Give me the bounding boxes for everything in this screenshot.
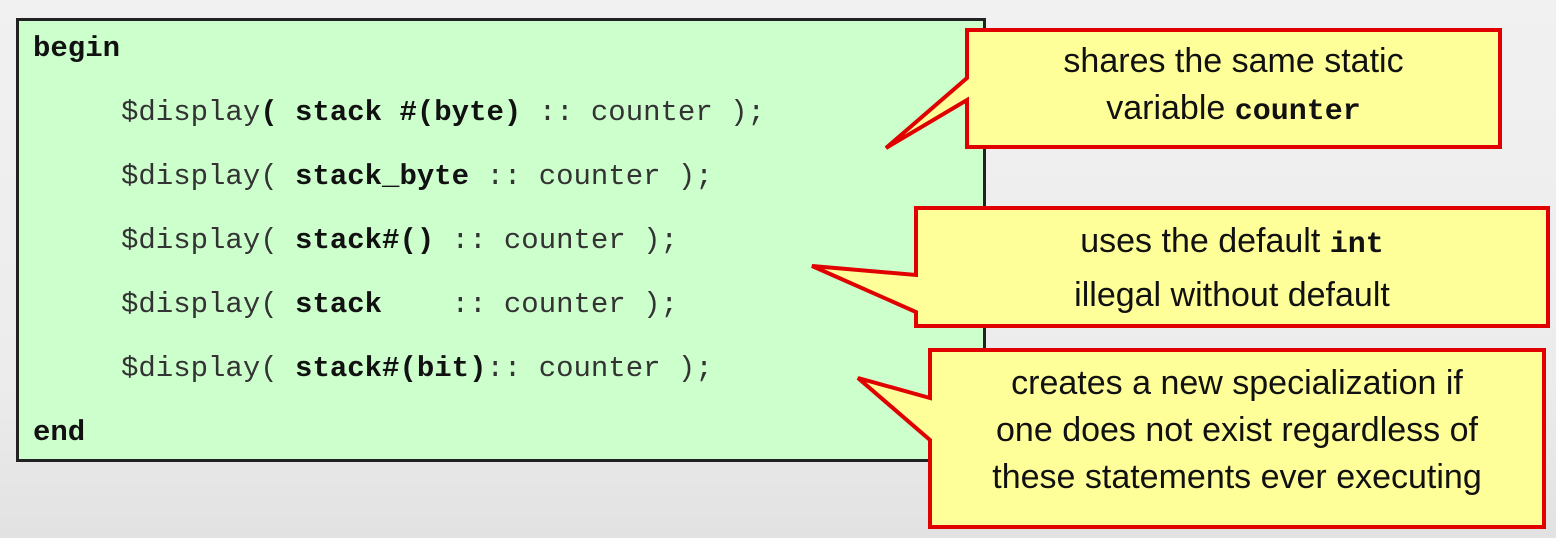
callout-3-line-2: one does not exist regardless of: [996, 411, 1478, 449]
callout-2-code: int: [1329, 228, 1384, 262]
callout-2: uses the default int illegal without def…: [916, 216, 1548, 320]
callout-3-line-1: creates a new specialization if: [1011, 364, 1463, 402]
callout-2-line-1: uses the default int: [916, 216, 1548, 270]
callout-1: shares the same static variable counter: [967, 38, 1500, 136]
callout-2-text: uses the default: [1080, 222, 1330, 260]
callout-1-code: counter: [1234, 95, 1361, 129]
callout-1-line-2: variable counter: [967, 85, 1500, 136]
callout-1-line-1: shares the same static: [1063, 42, 1404, 80]
callout-3-line-3: these statements ever executing: [992, 458, 1482, 496]
callout-1-text: variable: [1106, 89, 1235, 127]
callout-2-line-2: illegal without default: [1074, 276, 1390, 314]
callout-3: creates a new specialization if one does…: [930, 360, 1544, 501]
